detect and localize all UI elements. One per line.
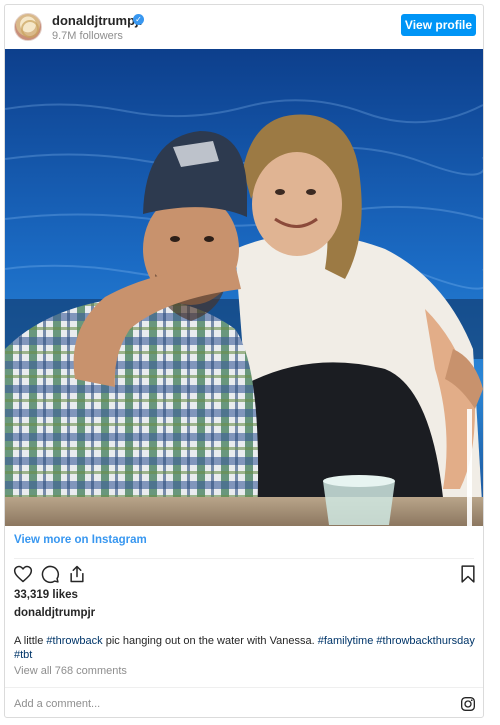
- post-author[interactable]: donaldjtrumpjr: [14, 607, 95, 619]
- hashtag-throwback[interactable]: #throwback: [46, 635, 102, 647]
- instagram-embed-card: donaldjtrumpjr ✓ 9.7M followers View pro…: [4, 4, 484, 718]
- bookmark-icon[interactable]: [458, 564, 478, 584]
- heart-icon[interactable]: [13, 564, 33, 584]
- avatar[interactable]: [14, 13, 42, 41]
- view-all-comments-link[interactable]: View all 768 comments: [14, 665, 127, 677]
- instagram-logo-icon[interactable]: [460, 696, 476, 712]
- verified-badge-icon: ✓: [133, 14, 144, 25]
- username[interactable]: donaldjtrumpjr: [52, 13, 144, 28]
- hashtag-throwbackthursday[interactable]: #throwbackthursday: [376, 635, 474, 647]
- hashtag-familytime[interactable]: #familytime: [318, 635, 374, 647]
- caption-text-2: pic hanging out on the water with Vaness…: [102, 635, 318, 647]
- hashtag-tbt[interactable]: #tbt: [14, 649, 32, 661]
- share-icon[interactable]: [67, 564, 87, 584]
- divider: [5, 687, 483, 688]
- follower-count: 9.7M followers: [52, 30, 123, 42]
- add-comment-input[interactable]: [14, 695, 434, 713]
- post-header: donaldjtrumpjr ✓ 9.7M followers View pro…: [5, 5, 483, 49]
- view-profile-button[interactable]: View profile: [401, 14, 476, 36]
- divider: [14, 558, 474, 559]
- view-more-on-instagram-link[interactable]: View more on Instagram: [14, 534, 147, 546]
- like-count[interactable]: 33,319 likes: [14, 589, 78, 601]
- caption-text: A little: [14, 635, 47, 647]
- post-photo[interactable]: [5, 49, 483, 526]
- post-caption: A little #throwback pic hanging out on t…: [14, 634, 479, 662]
- comment-icon[interactable]: [40, 564, 60, 584]
